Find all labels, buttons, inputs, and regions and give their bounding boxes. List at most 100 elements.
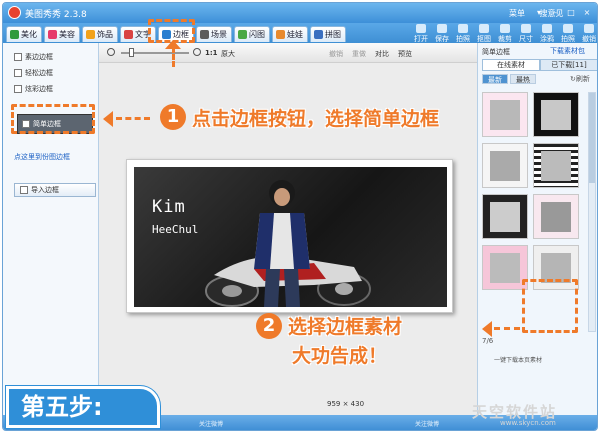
thumbnail-scrollbar[interactable] [588,92,596,332]
scrollbar-thumb[interactable] [589,93,595,183]
menu-link[interactable]: 菜单 [509,9,525,18]
undo-action[interactable]: 撤销 [329,49,343,59]
app-logo-icon [8,6,21,19]
tab-accessory[interactable]: 饰品 [82,26,118,42]
zoom-out-icon[interactable] [107,48,115,56]
redo-action[interactable]: 重做 [352,49,366,59]
border-thumbnail[interactable] [533,92,579,137]
sort-newest[interactable]: 最新 [482,74,508,84]
tab-scene[interactable]: 场景 [196,26,232,42]
selected-material-highlight [522,279,578,333]
preview-action[interactable]: 预览 [398,49,412,59]
tab-beautify[interactable]: 美化 [6,26,42,42]
main-toolbar: 美化 美容 饰品 文字 边框 场景 闪图 娃娃 拼图 打开 保存 拍照 抠图 裁… [3,23,597,43]
original-size-button[interactable]: 原大 [221,49,235,59]
arrow-left-line [116,117,150,120]
arrow-left-line [494,327,520,330]
border-thumbnail[interactable] [482,194,528,239]
border-thumbnail[interactable] [533,143,579,188]
resize-icon [521,24,531,33]
makeup-icon [48,30,57,39]
accessory-icon [86,30,95,39]
skin-icon[interactable]: ▾ [533,7,545,18]
image-dimensions: 959 × 430 [327,400,365,408]
flash-icon [238,30,247,39]
border-category-icon [14,69,22,77]
crop-button[interactable]: 裁剪 [496,24,514,44]
follow-weibo-link-2[interactable]: 关注微博 [415,419,439,428]
thumbnail-preview [490,100,520,130]
folder-icon [416,24,426,33]
save-button[interactable]: 保存 [433,24,451,44]
thumbnail-preview [490,151,520,181]
category-easy-border[interactable]: 轻松边框 [14,67,53,79]
beautify-icon [10,30,19,39]
watermark-url: www.skycn.com [500,419,556,427]
open-button[interactable]: 打开 [412,24,430,44]
step-badge: 第五步: [6,386,160,428]
minimize-icon[interactable]: – [549,7,561,18]
border-thumbnail[interactable] [482,92,528,137]
import-border-button[interactable]: 导入边框 [14,183,96,197]
thumbnail-preview [490,253,520,283]
edited-photo: Kim HeeChul [134,167,447,307]
doodle-button[interactable]: 涂鸦 [538,24,556,44]
photo-caption-kim: Kim [152,197,186,217]
step-two-instruction: 选择边框素材 [288,316,403,338]
text-icon [124,30,133,39]
canvas-area: 1:1 原大 撤销 重做 对比 预览 Kim HeeChul 959 × 430 [99,43,477,430]
tab-doll[interactable]: 娃娃 [272,26,308,42]
border-thumbnail[interactable] [533,194,579,239]
camera-button[interactable]: 拍照 [454,24,472,44]
thumbnail-preview [541,202,571,232]
tab-collage[interactable]: 拼图 [310,26,346,42]
collage-icon [314,30,323,39]
tab-flash[interactable]: 闪图 [234,26,270,42]
close-icon[interactable]: × [581,7,593,18]
save-icon [437,24,447,33]
sort-hottest[interactable]: 最热 [510,74,536,84]
crop-icon [500,24,510,33]
sort-tabs: 最新 最热 [482,74,536,84]
compare-action[interactable]: 对比 [375,49,389,59]
panel-title: 简单边框 [482,48,510,56]
photo-button[interactable]: 拍照 [559,24,577,44]
undo-button[interactable]: 撤销 [580,24,597,44]
person-image [254,180,310,307]
tab-downloaded[interactable]: 已下载[11] [540,59,597,71]
category-plain-border[interactable]: 素边边框 [14,51,53,63]
zoom-in-icon[interactable] [193,48,201,56]
maximize-icon[interactable]: □ [565,7,577,18]
doll-icon [276,30,285,39]
photo-icon [563,24,573,33]
step-two-circle: 2 [256,313,282,339]
step-one-instruction: 点击边框按钮，选择简单边框 [192,108,440,130]
arrow-left-icon [103,111,113,127]
window-controls: ▾ – □ × [533,7,593,18]
page-indicator: 7/6 [482,337,494,345]
simple-border-highlight [11,104,95,134]
zoom-slider-handle[interactable] [129,48,134,57]
quick-actions: 打开 保存 拍照 抠图 裁剪 尺寸 涂鸦 拍照 撤销 [412,24,597,44]
thumbnail-preview [541,100,571,130]
tab-online-material[interactable]: 在线素材 [482,59,540,71]
border-category-icon [14,53,22,61]
download-page-link[interactable]: 一键下载本页素材 [494,355,542,364]
photo-caption-heechul: HeeChul [152,223,199,236]
import-icon [20,186,28,194]
border-category-panel: 素边边框 轻松边框 炫彩边框 简单边框 点这里到份图边框 导入边框 [3,43,99,430]
border-thumbnail[interactable] [482,143,528,188]
resize-button[interactable]: 尺寸 [517,24,535,44]
app-title: 美图秀秀 2.3.8 [25,10,87,20]
follow-weibo-link[interactable]: 关注微博 [199,419,223,428]
tab-makeup[interactable]: 美容 [44,26,80,42]
download-pack-link[interactable]: 下载素材包 [550,46,585,56]
refresh-button[interactable]: ↻刷新 [570,74,590,84]
category-colorful-border[interactable]: 炫彩边框 [14,83,53,95]
undo-icon [584,24,594,33]
material-tabs: 在线素材 已下载[11] [482,59,597,71]
more-borders-link[interactable]: 点这里到份图边框 [14,152,70,162]
cutout-button[interactable]: 抠图 [475,24,493,44]
canvas-actions: 撤销 重做 对比 预览 [329,49,412,59]
scene-icon [200,30,209,39]
